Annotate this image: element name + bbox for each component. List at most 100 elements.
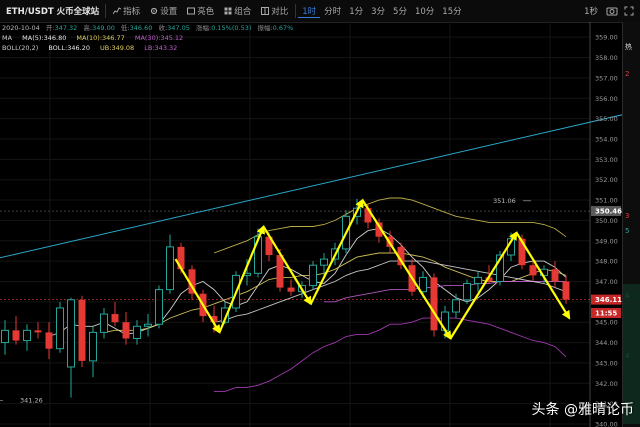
layout-button[interactable]: 组合 (219, 5, 256, 17)
candle-body (34, 330, 42, 333)
candle-body (474, 276, 482, 285)
candle-body (122, 322, 130, 339)
change-value: 0.15%(0.53) (211, 24, 252, 32)
price-tick-label: 349.00 (595, 237, 618, 245)
candle-body (133, 325, 141, 339)
trend-line (0, 114, 622, 259)
candle-body (276, 255, 284, 288)
arrow-annotation (174, 258, 221, 334)
arrow-annotation (262, 225, 312, 306)
grid-icon (224, 7, 232, 15)
kline-chart[interactable]: 351.06 341.26 340.00341.00342.00343.00344… (0, 22, 622, 427)
boll-up-legend: UB:349.08 (100, 44, 135, 52)
ma10-legend: MA(10):346.77 (76, 34, 125, 42)
amplitude-value: 0.67% (272, 24, 294, 32)
low-value: 346.60 (129, 24, 153, 32)
candle-body (144, 323, 152, 327)
timeframe-15m[interactable]: 15分 (438, 5, 465, 17)
price-tick-label: 358.00 (595, 54, 618, 62)
change-label: 涨幅: (195, 24, 212, 32)
close-label: 收: (158, 24, 168, 32)
compare-button[interactable]: 对比 (256, 5, 293, 17)
price-tick-label: 352.00 (595, 176, 618, 184)
price-tick-label: 348.00 (595, 258, 618, 266)
side-value: 2 (625, 70, 630, 78)
theme-button[interactable]: 亮色 (182, 5, 219, 17)
candle-body (452, 299, 460, 313)
toolbar-right: 1秒 (580, 5, 640, 17)
close-value: 347.05 (167, 24, 190, 32)
candle-body (166, 246, 174, 291)
indicator-icon (113, 7, 122, 15)
timeframe-5m[interactable]: 5分 (389, 5, 411, 17)
price-tick-label: 350.00 (595, 217, 618, 225)
side-value: 3 (625, 212, 630, 220)
boll-legend: BOLL(20,2) BOLL:346.20 UB:349.08 LB:343.… (2, 44, 177, 52)
timeframe-intraday[interactable]: 分时 (320, 5, 345, 17)
boll-mid-legend: BOLL:346.20 (48, 44, 90, 52)
price-badge-label: 11:55 (595, 310, 617, 318)
refresh-interval[interactable]: 1秒 (580, 5, 602, 17)
candle-body (111, 314, 119, 323)
candle-body (12, 330, 20, 341)
side-title: 热 (625, 43, 632, 51)
price-axis: 340.00341.00342.00343.00344.00345.00346.… (591, 34, 622, 427)
candle-body (551, 269, 559, 282)
candle-body (45, 332, 53, 349)
line-lb (214, 317, 567, 392)
candle-body (287, 287, 295, 292)
line-ma5 (48, 228, 567, 337)
compare-label: 对比 (271, 7, 289, 17)
toolbar-divider (105, 4, 107, 18)
candle-body (89, 331, 97, 362)
timeframe-10m[interactable]: 10分 (411, 5, 438, 17)
high-value: 349.00 (92, 24, 115, 32)
annotation-label: 341.26 (20, 396, 43, 404)
price-tick-label: 353.00 (595, 156, 618, 164)
timeframe-3m[interactable]: 3分 (367, 5, 389, 17)
price-tick-label: 340.00 (595, 421, 618, 427)
low-label: 低: (120, 24, 130, 32)
price-tick-label: 344.00 (595, 339, 618, 347)
candle-body (23, 329, 31, 342)
arrow-annotation (309, 198, 364, 305)
candle-body (1, 329, 9, 344)
candle-body (320, 258, 328, 266)
timeframe-1m[interactable]: 1分 (345, 5, 367, 17)
candle-body (529, 265, 537, 276)
annotation-label: 351.06 (493, 197, 516, 205)
side-panel: 热 2 3 5 4 4 (622, 22, 640, 427)
indicator-lines (48, 197, 567, 392)
open-value: 347.32 (54, 24, 78, 32)
top-toolbar: ETH/USDT 火币全球站 指标 设置 亮色 组合 对比 1时 分时 1分 3… (0, 0, 640, 23)
layout-label: 组合 (234, 7, 252, 17)
boll-low-legend: LB:343.32 (144, 44, 178, 52)
theme-icon (187, 7, 196, 15)
candle-body (463, 283, 471, 301)
price-tick-label: 347.00 (595, 278, 618, 286)
boll-legend-title: BOLL(20,2) (2, 44, 39, 52)
indicator-button[interactable]: 指标 (108, 5, 145, 17)
settings-label: 设置 (160, 7, 178, 17)
candle-body (78, 299, 86, 361)
candle-date: 2020-10-04 (2, 24, 40, 32)
timeframe-1h[interactable]: 1时 (298, 5, 321, 18)
symbol-selector[interactable]: ETH/USDT 火币全球站 (0, 5, 103, 17)
open-label: 开: (45, 24, 55, 32)
ma5-legend: MA(5):346.80 (22, 34, 67, 42)
line-ma30 (324, 281, 566, 303)
toolbar-divider (295, 4, 297, 18)
price-tick-label: 354.00 (595, 135, 618, 143)
price-tick-label: 357.00 (595, 74, 618, 82)
price-tick-label: 342.00 (595, 380, 618, 388)
side-value: 5 (625, 227, 630, 235)
camera-icon[interactable] (606, 6, 618, 16)
candle-body (100, 313, 108, 333)
high-label: 高: (83, 24, 93, 32)
candle-body (309, 264, 317, 287)
candle-body (56, 307, 64, 350)
line-boll (213, 260, 567, 323)
settings-button[interactable]: 设置 (145, 5, 182, 17)
fullscreen-icon[interactable] (624, 6, 634, 16)
ohlc-info: 2020-10-04 开:347.32 高:349.00 低:346.60 收:… (2, 24, 293, 32)
